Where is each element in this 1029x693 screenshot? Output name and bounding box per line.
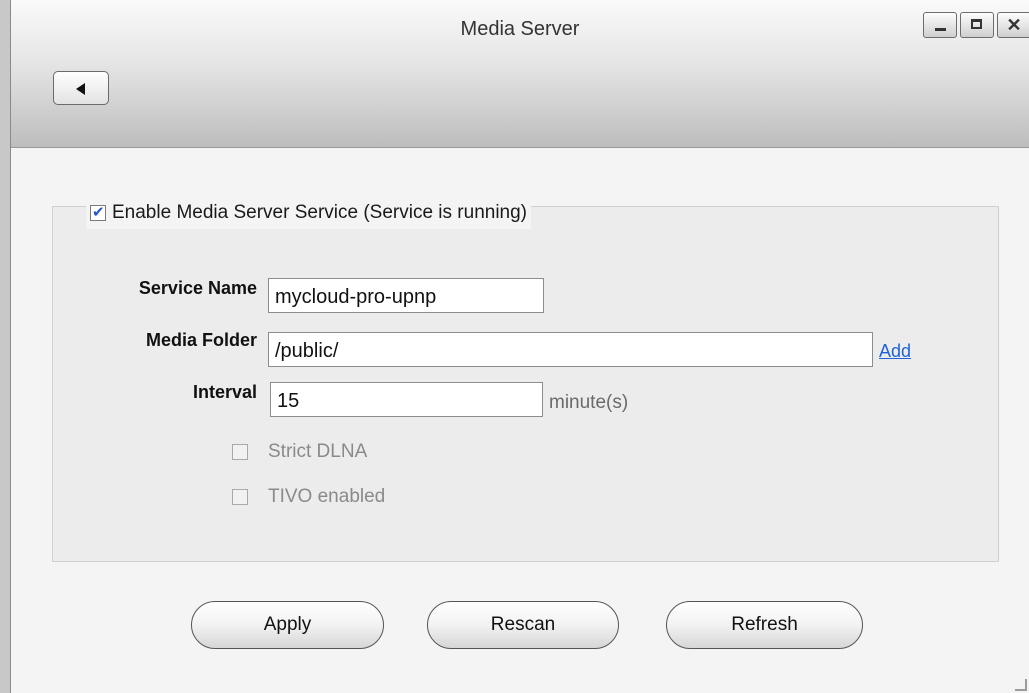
resize-grip[interactable] (1015, 679, 1027, 691)
back-button[interactable] (53, 71, 109, 105)
minimize-button[interactable] (923, 12, 957, 38)
maximize-button[interactable] (960, 12, 994, 38)
close-icon: ✕ (1006, 15, 1022, 35)
minimize-icon (935, 28, 946, 31)
maximize-icon (971, 19, 982, 29)
apply-button[interactable]: Apply (191, 601, 384, 649)
strict-dlna-option: Strict DLNA (232, 441, 367, 463)
tivo-checkbox[interactable] (232, 489, 248, 505)
media-folder-label: Media Folder (145, 330, 257, 350)
strict-dlna-checkbox[interactable] (232, 444, 248, 460)
enable-service-label: Enable Media Server Service (Service is … (112, 202, 528, 223)
close-button[interactable]: ✕ (997, 12, 1029, 38)
interval-label: Interval (192, 382, 257, 402)
refresh-button[interactable]: Refresh (666, 601, 863, 649)
rescan-button[interactable]: Rescan (427, 601, 619, 649)
strict-dlna-label: Strict DLNA (268, 441, 368, 462)
window-controls: ✕ (920, 12, 1029, 38)
media-server-window: Media Server ✕ Enable Media Server Servi… (10, 0, 1029, 693)
back-arrow-icon (76, 83, 85, 95)
interval-input[interactable] (270, 382, 543, 417)
add-folder-link[interactable]: Add (879, 341, 911, 362)
tivo-option: TIVO enabled (232, 486, 385, 508)
service-name-label: Service Name (138, 278, 257, 298)
tivo-label: TIVO enabled (268, 486, 386, 507)
enable-service-checkbox[interactable] (90, 203, 106, 221)
window-title: Media Server (460, 18, 580, 40)
media-folder-input[interactable] (268, 332, 873, 367)
title-bar: Media Server ✕ (11, 0, 1029, 148)
service-name-input[interactable] (268, 278, 544, 313)
interval-units: minute(s) (549, 392, 629, 413)
enable-service-row: Enable Media Server Service (Service is … (86, 197, 532, 229)
